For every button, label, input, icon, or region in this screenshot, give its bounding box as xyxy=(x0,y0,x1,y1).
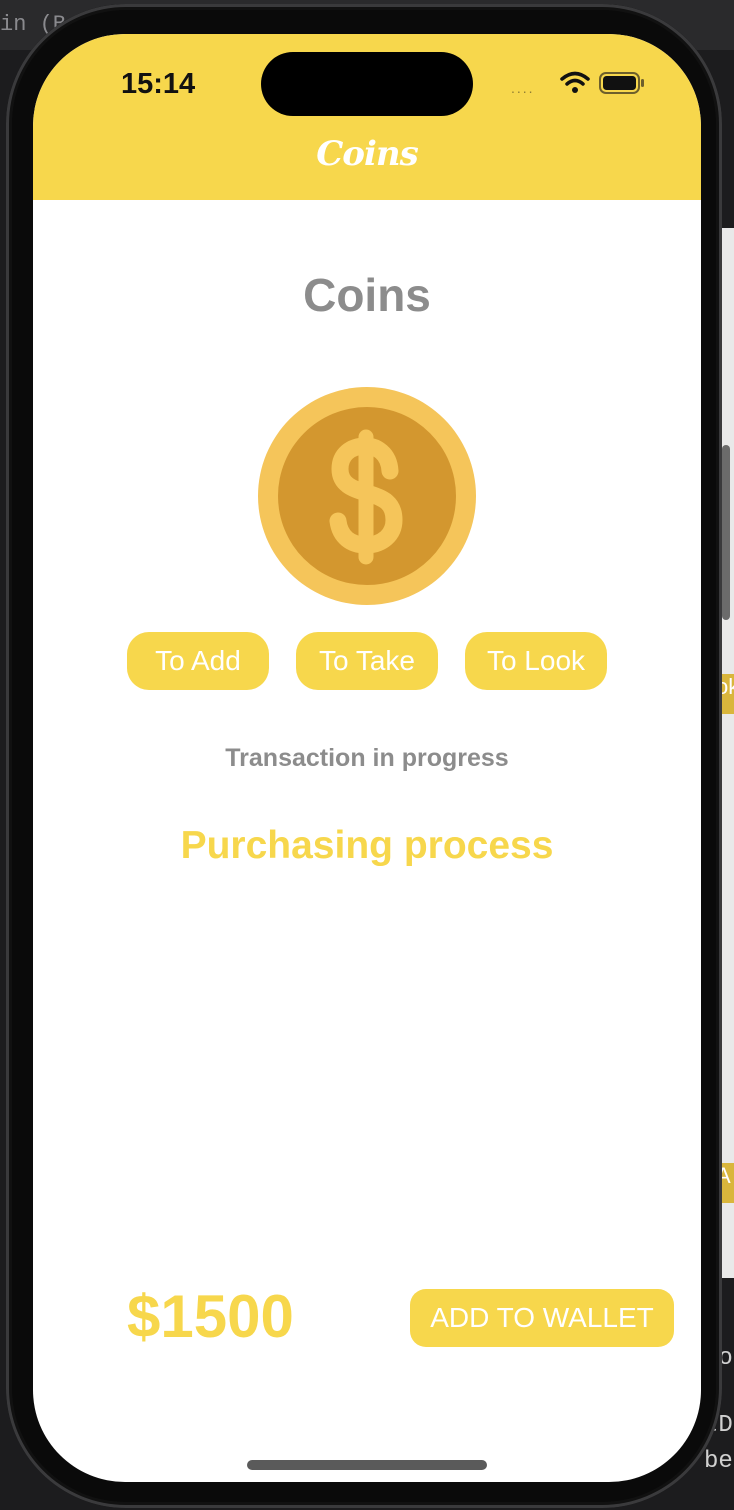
transaction-status: Transaction in progress xyxy=(225,744,509,772)
to-take-button[interactable]: To Take xyxy=(296,632,438,690)
status-time: 15:14 xyxy=(121,68,196,100)
app-screen: 15:14 .... Coins Coins To Add To Take To… xyxy=(33,34,701,1482)
nav-title: Coins xyxy=(316,134,419,174)
cellular-signal-icon: .... xyxy=(511,80,535,96)
phone-frame: 15:14 .... Coins Coins To Add To Take To… xyxy=(6,4,722,1508)
nav-header: 15:14 .... Coins xyxy=(33,34,701,200)
to-look-button[interactable]: To Look xyxy=(465,632,607,690)
dynamic-island xyxy=(261,52,473,116)
dollar-coin-icon xyxy=(258,387,476,605)
add-to-wallet-button[interactable]: ADD TO WALLET xyxy=(410,1289,674,1347)
battery-icon xyxy=(599,72,644,94)
wallet-amount: $1500 xyxy=(127,1283,294,1350)
process-label: Purchasing process xyxy=(180,824,554,867)
home-indicator[interactable] xyxy=(247,1460,487,1470)
wifi-icon xyxy=(560,71,590,93)
page-title: Coins xyxy=(303,269,431,321)
editor-code-line: be xyxy=(704,1448,733,1475)
editor-scrollbar[interactable] xyxy=(722,445,730,620)
to-add-button[interactable]: To Add xyxy=(127,632,269,690)
